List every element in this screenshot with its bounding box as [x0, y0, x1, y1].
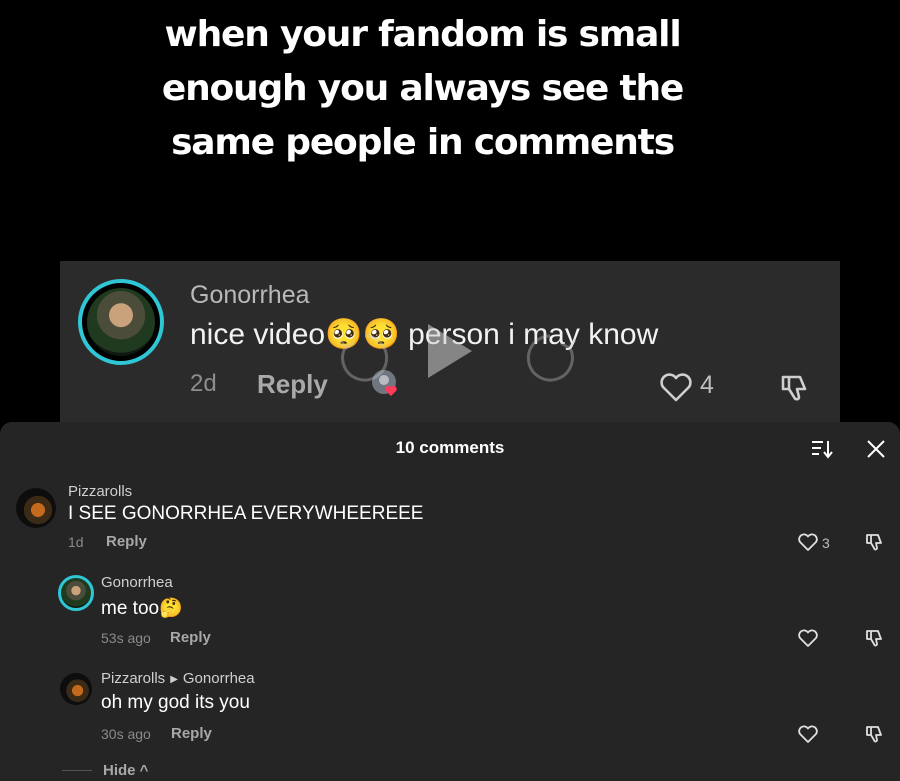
- close-icon[interactable]: [866, 439, 886, 459]
- comment-time: 53s ago: [101, 630, 151, 646]
- comment-username[interactable]: Pizzarolls: [68, 483, 132, 500]
- comment-time: 2d: [190, 370, 217, 397]
- avatar[interactable]: [58, 575, 94, 611]
- comment-username[interactable]: Pizzarolls: [101, 670, 165, 687]
- comment-text: me too🤔: [101, 598, 183, 619]
- comment-text: oh my god its you: [101, 692, 250, 713]
- rewind-icon: [338, 334, 389, 382]
- caption-line: same people in comments: [171, 122, 675, 163]
- dislike-icon[interactable]: [777, 369, 813, 405]
- like-count: 3: [822, 535, 830, 551]
- divider: [62, 770, 92, 771]
- avatar[interactable]: [78, 279, 164, 365]
- dislike-icon[interactable]: [864, 723, 886, 745]
- dislike-icon[interactable]: [864, 627, 886, 649]
- forward-icon: [526, 334, 577, 382]
- video-caption: when your fandom is small enough you alw…: [0, 8, 845, 170]
- heart-icon[interactable]: [658, 369, 694, 405]
- avatar[interactable]: [60, 673, 92, 705]
- heart-icon[interactable]: [797, 627, 819, 649]
- play-icon: [428, 324, 472, 378]
- heart-icon[interactable]: [797, 723, 819, 745]
- reply-arrow-icon: ▶: [170, 674, 178, 685]
- comments-count-title: 10 comments: [395, 438, 505, 457]
- player-controls: [338, 324, 577, 382]
- comment-username[interactable]: Gonorrhea: [190, 281, 310, 310]
- video-comment-card: Gonorrhea nice video🥺🥺 person i may know…: [60, 261, 840, 422]
- reply-to-username[interactable]: Gonorrhea: [183, 670, 255, 687]
- comment-time: 1d: [68, 534, 84, 550]
- caption-line: enough you always see the: [161, 68, 684, 109]
- comments-sheet: 10 comments Pizzarolls I SEE GONORRHEA E…: [0, 422, 900, 781]
- avatar[interactable]: [16, 488, 56, 528]
- comment-username-row: Pizzarolls ▶ Gonorrhea: [101, 670, 255, 687]
- caption-line: when your fandom is small: [164, 14, 682, 55]
- comment-username[interactable]: Gonorrhea: [101, 574, 173, 591]
- reply-button[interactable]: Reply: [171, 725, 212, 742]
- comment-time: 30s ago: [101, 726, 151, 742]
- hide-replies-button[interactable]: Hide ^: [103, 762, 148, 779]
- reply-button[interactable]: Reply: [170, 629, 211, 646]
- sort-icon[interactable]: [810, 437, 834, 461]
- reply-button[interactable]: Reply: [106, 533, 147, 550]
- dislike-icon[interactable]: [864, 531, 886, 553]
- like-count: 4: [700, 371, 714, 399]
- heart-icon[interactable]: [797, 531, 819, 553]
- comment-text: I SEE GONORRHEA EVERYWHEEREEE: [68, 503, 424, 524]
